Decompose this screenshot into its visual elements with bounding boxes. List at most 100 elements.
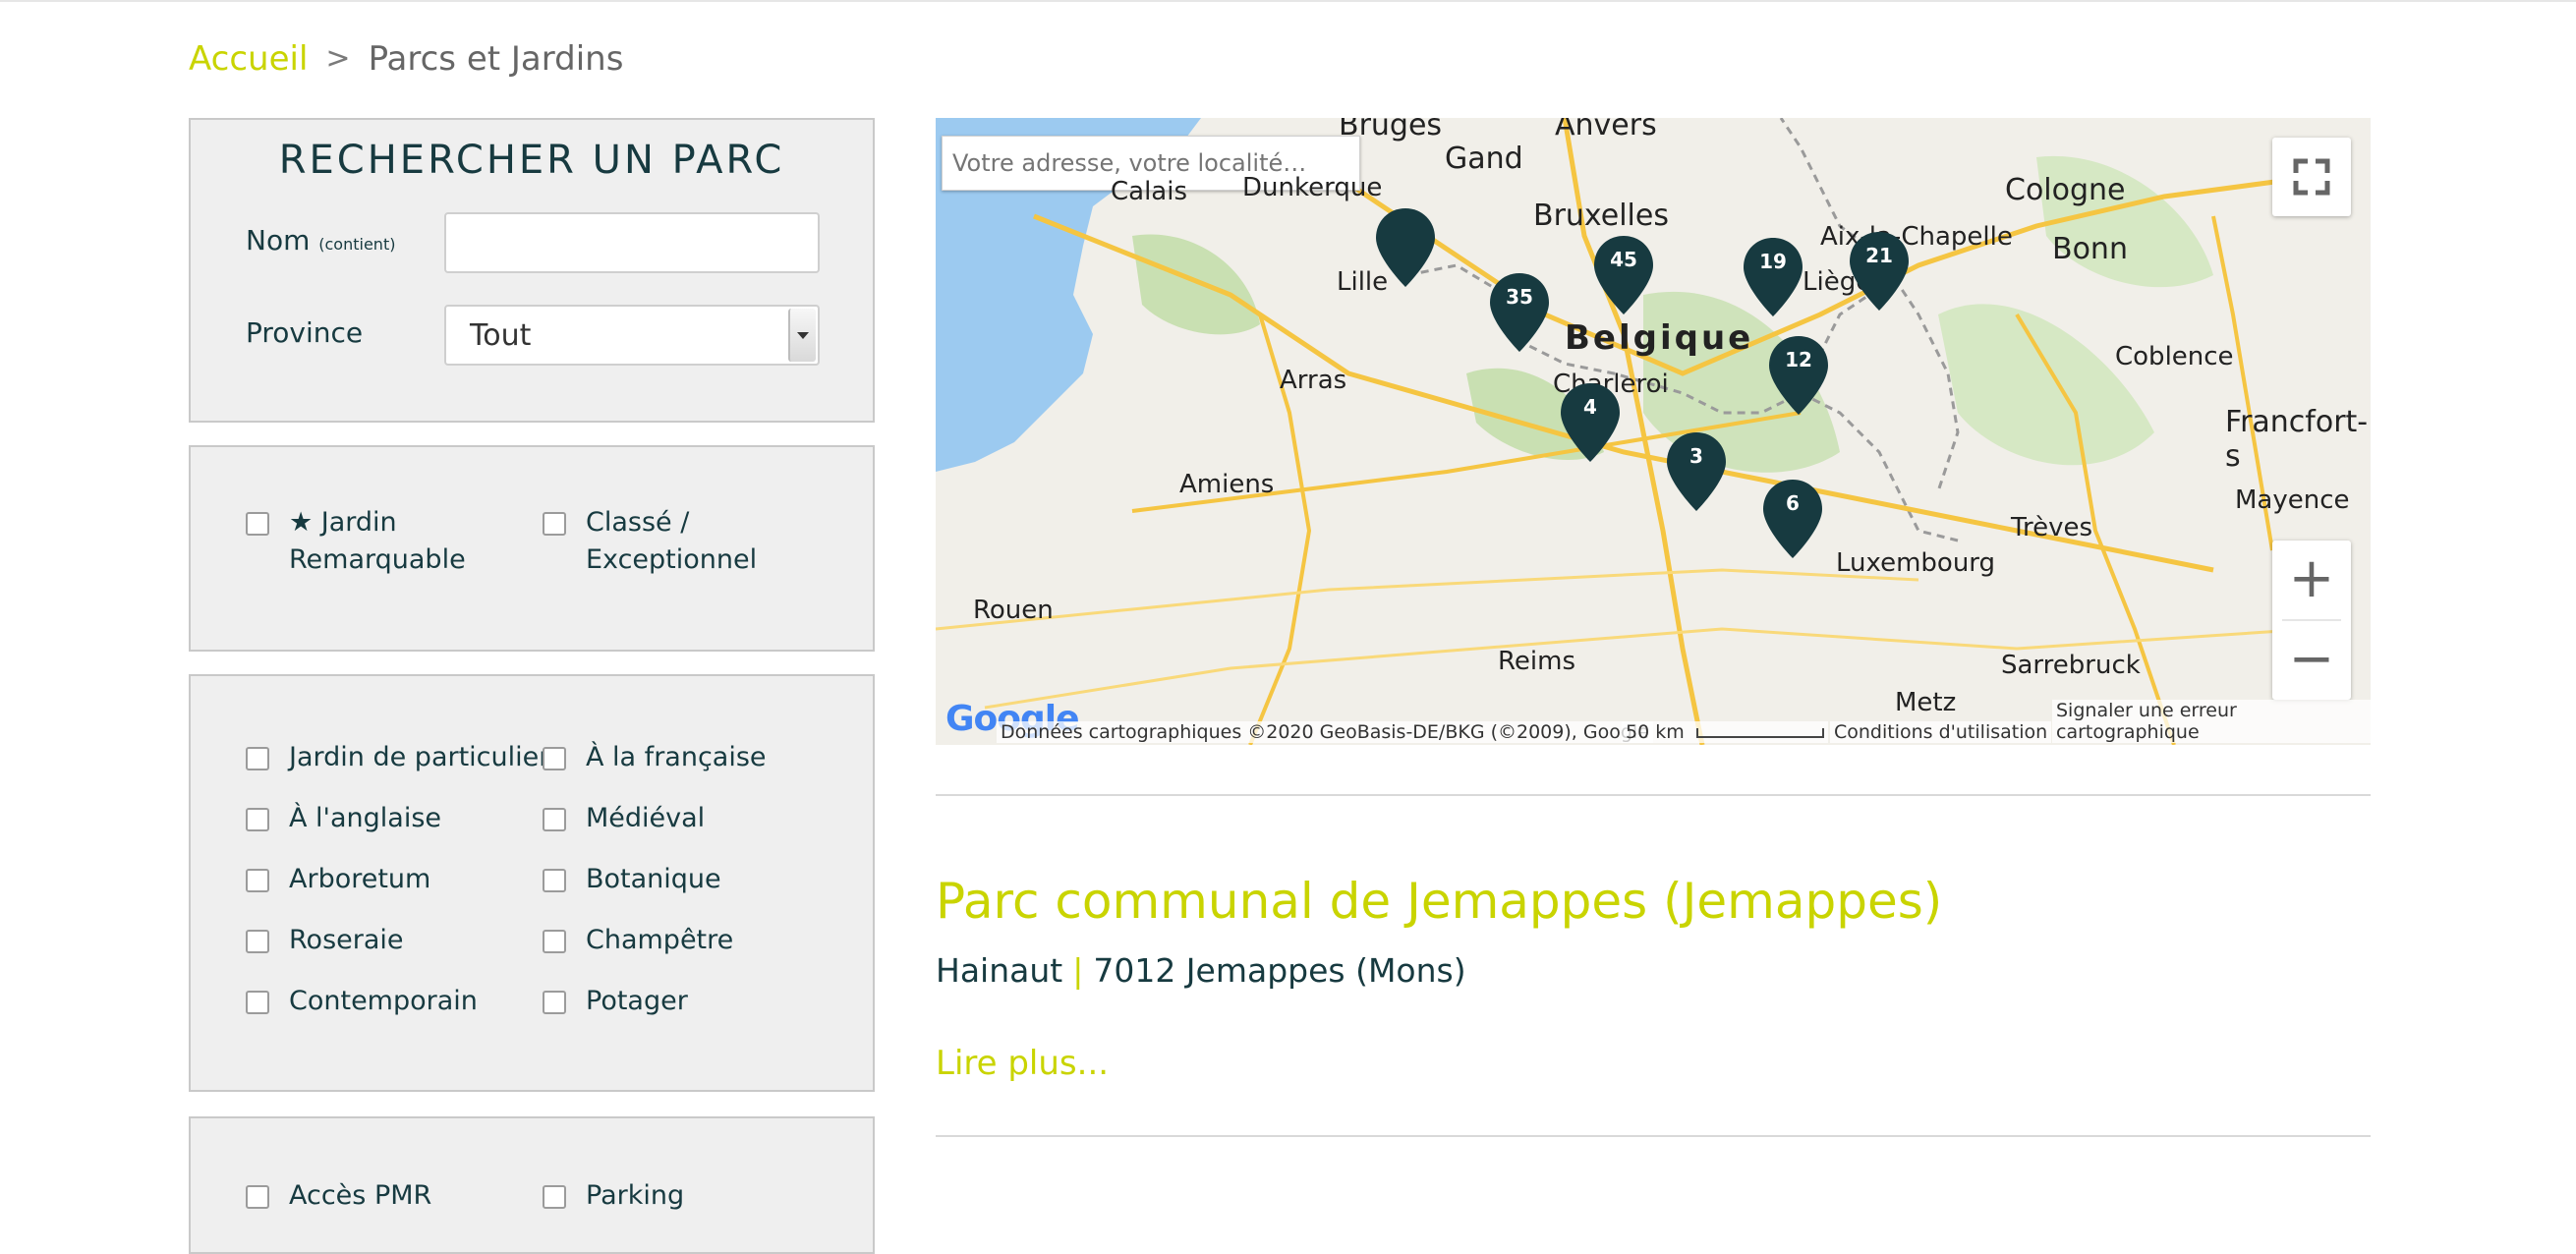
map-place-rouen: Rouen (973, 596, 1054, 625)
checkbox[interactable] (543, 747, 566, 770)
fullscreen-button[interactable] (2272, 138, 2351, 216)
map-cluster-marker[interactable]: 4 (1559, 381, 1622, 464)
cluster-count: 6 (1786, 491, 1800, 515)
filter-label: À l'anglaise (289, 803, 441, 833)
map-scale-label: 50 km (1626, 721, 1685, 743)
checkbox[interactable] (543, 808, 566, 831)
checkbox[interactable] (246, 930, 269, 953)
filter-rose-garden[interactable]: Roseraie (246, 922, 404, 959)
province-select[interactable]: Tout (444, 305, 820, 366)
filter-label: Classé / Exceptionnel (586, 507, 758, 575)
checkbox[interactable] (246, 991, 269, 1014)
map-place-arras: Arras (1280, 366, 1347, 395)
map-cluster-marker[interactable]: 21 (1848, 230, 1911, 313)
zoom-in-button[interactable]: + (2272, 541, 2351, 619)
access-filter-panel: Accès PMR Parking (189, 1116, 875, 1254)
checkbox[interactable] (246, 512, 269, 536)
filter-english[interactable]: À l'anglaise (246, 800, 441, 837)
map-attribution: Données cartographiques ©2020 GeoBasis-D… (997, 721, 1653, 743)
map-cluster-marker[interactable] (1374, 206, 1437, 289)
filter-label: Champêtre (586, 925, 734, 955)
checkbox[interactable] (246, 1185, 269, 1209)
result-location: Hainaut | 7012 Jemappes (Mons) (936, 951, 1466, 990)
filter-country[interactable]: Champêtre (543, 922, 733, 959)
filter-private-garden[interactable]: Jardin de particulier (246, 739, 549, 776)
map-report-link[interactable]: Signaler une erreur cartographique (2052, 700, 2371, 743)
map-cluster-marker[interactable]: 35 (1488, 271, 1551, 354)
filter-remarkable-garden[interactable]: ★ Jardin Remarquable (246, 504, 501, 579)
cluster-count: 21 (1865, 244, 1893, 267)
breadcrumb-home-link[interactable]: Accueil (189, 37, 308, 81)
filter-label: Potager (586, 986, 688, 1016)
cluster-count: 45 (1610, 248, 1637, 271)
checkbox[interactable] (543, 930, 566, 953)
filter-botanical[interactable]: Botanique (543, 861, 721, 898)
name-input[interactable] (444, 212, 820, 273)
map-place-mayence: Mayence (2235, 485, 2350, 515)
map-place-reims: Reims (1498, 647, 1575, 676)
map-place-calais: Calais (1111, 177, 1188, 206)
map-pin-icon (1594, 236, 1653, 314)
filter-label: À la française (586, 742, 767, 772)
checkbox[interactable] (246, 747, 269, 770)
checkbox[interactable] (246, 869, 269, 892)
dropdown-arrow-icon[interactable] (788, 309, 816, 362)
cluster-count: 4 (1583, 395, 1597, 419)
map-pin-icon (1376, 208, 1435, 287)
filter-label: Accès PMR (289, 1180, 432, 1211)
map-place-treves: Trèves (2011, 513, 2093, 542)
status-filter-panel: ★ Jardin Remarquable Classé / Exceptionn… (189, 445, 875, 652)
checkbox[interactable] (543, 869, 566, 892)
map-place-amiens: Amiens (1179, 470, 1275, 499)
filter-pmr-access[interactable]: Accès PMR (246, 1177, 431, 1215)
read-more-link[interactable]: Lire plus... (936, 1044, 1109, 1083)
cluster-count: 19 (1759, 250, 1787, 273)
filter-label: Médiéval (586, 803, 706, 833)
filter-medieval[interactable]: Médiéval (543, 800, 705, 837)
filter-vegetable[interactable]: Potager (543, 983, 688, 1020)
checkbox[interactable] (543, 1185, 566, 1209)
map-pin-icon (1763, 480, 1822, 558)
map-place-francfort: Francfort-s (2225, 405, 2369, 474)
map-terms-link[interactable]: Conditions d'utilisation (1830, 721, 2052, 743)
map-cluster-marker[interactable]: 45 (1592, 234, 1655, 316)
map-place-bruges: Bruges (1339, 118, 1443, 142)
filter-contemporary[interactable]: Contemporain (246, 983, 478, 1020)
map-cluster-marker[interactable]: 19 (1742, 236, 1804, 318)
divider (936, 1135, 2371, 1137)
map-cluster-marker[interactable]: 3 (1665, 430, 1728, 513)
zoom-control: + − (2272, 541, 2351, 700)
map-cluster-marker[interactable]: 12 (1767, 334, 1830, 417)
filter-french[interactable]: À la française (543, 739, 767, 776)
map-place-bruxelles: Bruxelles (1533, 199, 1669, 233)
zoom-out-button[interactable]: − (2272, 621, 2351, 700)
map-scale[interactable]: 50 km (1622, 721, 1828, 743)
checkbox[interactable] (543, 991, 566, 1014)
search-title: RECHERCHER UN PARC (278, 138, 785, 183)
filter-arboretum[interactable]: Arboretum (246, 861, 430, 898)
map-pin-icon (1667, 432, 1726, 511)
filter-classified[interactable]: Classé / Exceptionnel (543, 504, 778, 579)
filter-label: Contemporain (289, 986, 478, 1016)
checkbox[interactable] (246, 808, 269, 831)
province-label: Province (246, 316, 364, 349)
map-pin-icon (1744, 238, 1803, 316)
name-label-text: Nom (246, 224, 311, 256)
map-cluster-marker[interactable]: 6 (1761, 478, 1824, 560)
map-pin-icon (1561, 383, 1620, 462)
map-pin-icon (1769, 336, 1828, 415)
breadcrumb: Accueil > Parcs et Jardins (189, 37, 623, 81)
map-place-belgique: Belgique (1565, 318, 1754, 358)
province-select-value: Tout (470, 318, 532, 353)
map[interactable]: Bruges Anvers Gand Bruxelles Belgique Li… (936, 118, 2371, 745)
map-place-luxembourg: Luxembourg (1836, 548, 1996, 578)
checkbox[interactable] (543, 512, 566, 536)
filter-label: ★ Jardin Remarquable (289, 507, 466, 575)
search-panel: RECHERCHER UN PARC Nom (contient) Provin… (189, 118, 875, 423)
map-place-anvers: Anvers (1555, 118, 1657, 142)
result-title-link[interactable]: Parc communal de Jemappes (Jemappes) (936, 873, 1942, 930)
top-border (0, 0, 2576, 2)
name-label: Nom (contient) (246, 224, 395, 256)
map-place-bonn: Bonn (2052, 232, 2128, 266)
filter-parking[interactable]: Parking (543, 1177, 684, 1215)
